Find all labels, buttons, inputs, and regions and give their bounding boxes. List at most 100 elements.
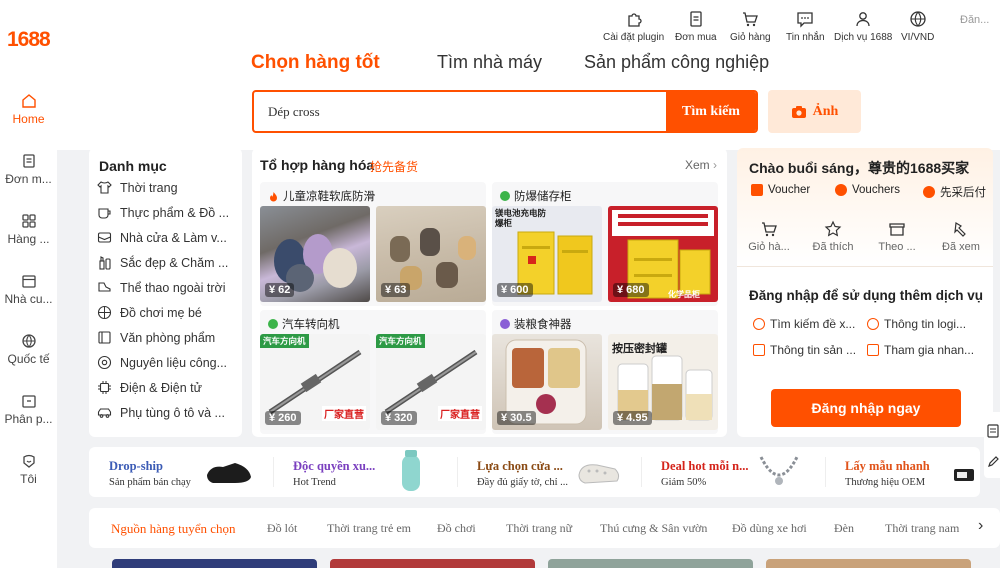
search-button[interactable]: Tìm kiếm xyxy=(666,92,756,131)
login-button[interactable]: Đăng nhập ngay xyxy=(771,389,961,427)
product-thumbnail[interactable] xyxy=(766,559,971,568)
service-item[interactable]: Thông tin logi... xyxy=(867,317,966,331)
perk-pay-later[interactable]: 先采后付 xyxy=(923,184,986,200)
promo-dropship[interactable]: Drop-ship Sản phẩm bán chạy xyxy=(109,447,269,497)
category-tab[interactable]: Thời trang nữ xyxy=(506,521,572,536)
puzzle-icon xyxy=(627,13,642,27)
sidebar-item-international[interactable]: Quốc tế xyxy=(0,333,57,366)
tab-industrial-products[interactable]: Sản phẩm công nghiệp xyxy=(584,52,769,73)
category-label: Văn phòng phẩm xyxy=(120,330,216,345)
quick-viewed[interactable]: Đã xem xyxy=(931,220,991,253)
quick-label: Đã xem xyxy=(942,241,980,253)
quick-cart[interactable]: Giỏ hà... xyxy=(739,220,799,253)
topnav-orders[interactable]: Đơn mua xyxy=(675,10,717,43)
sidebar-item-label: Quốc tế xyxy=(7,352,50,366)
search-input[interactable] xyxy=(254,92,668,131)
product-price: ¥ 600 xyxy=(497,283,533,297)
combo-group[interactable]: 汽车转向机 汽车方向机 厂家直营 ¥ 260 汽车方向机 厂家直营 ¥ 320 xyxy=(260,310,486,434)
ball-icon xyxy=(97,305,112,320)
category-item[interactable]: Đồ chơi mẹ bé xyxy=(97,305,202,320)
promo-store-pick[interactable]: Lựa chọn cửa ... Đầy đủ giấy tờ, chỉ ... xyxy=(477,447,637,497)
sidebar-item-me[interactable]: Tôi xyxy=(0,453,57,486)
category-label: Nguyên liệu công... xyxy=(120,355,228,370)
category-item[interactable]: Nhà cửa & Làm v... xyxy=(97,230,227,245)
combo-group[interactable]: 装粮食神器 ¥ 30.5 按压密封罐 ¥ 4.95 xyxy=(492,310,718,434)
category-tab[interactable]: Thời trang trẻ em xyxy=(327,521,411,536)
tab-find-factory[interactable]: Tìm nhà máy xyxy=(437,52,542,73)
product-thumbnail[interactable] xyxy=(548,559,753,568)
promo-strip: Drop-ship Sản phẩm bán chạy Độc quyền xu… xyxy=(89,447,980,497)
quick-label: Theo ... xyxy=(878,241,916,253)
sidebar-item-orders[interactable]: Đơn m... xyxy=(0,153,57,186)
category-tab[interactable]: Đồ dùng xe hơi xyxy=(732,521,807,536)
shirt-icon xyxy=(97,181,112,194)
promo-fast-sample[interactable]: Lấy mẫu nhanh Thương hiệu OEM xyxy=(845,447,975,497)
chevron-right-icon[interactable]: › xyxy=(978,517,983,535)
category-label: Nhà cửa & Làm v... xyxy=(120,230,227,245)
category-item[interactable]: Thời trang xyxy=(97,180,178,195)
combo-more-link[interactable]: Xem › xyxy=(685,158,717,172)
combo-group[interactable]: 儿童凉鞋软底防滑 ¥ 62 ¥ 63 xyxy=(260,182,486,306)
image-search-button[interactable]: Ảnh xyxy=(768,90,861,133)
sidebar-item-suppliers[interactable]: Nhà cu... xyxy=(0,273,57,306)
topnav-messages[interactable]: Tin nhắn xyxy=(786,10,825,43)
product-card[interactable]: ¥ 62 xyxy=(260,206,370,302)
category-item[interactable]: Phụ tùng ô tô và ... xyxy=(97,405,225,420)
promo-daily-deal[interactable]: Deal hot mỗi n... Giảm 50% xyxy=(661,447,821,497)
topnav-cart[interactable]: Giỏ hàng xyxy=(730,10,771,43)
product-thumbnail[interactable] xyxy=(330,559,535,568)
group-name: 装粮食神器 xyxy=(514,319,572,331)
divider xyxy=(457,457,458,487)
product-card[interactable]: ¥ 30.5 xyxy=(492,334,602,430)
perk-vouchers[interactable]: Vouchers xyxy=(835,184,900,196)
note-icon[interactable] xyxy=(987,424,999,438)
site-logo[interactable]: 1688 xyxy=(7,28,51,52)
sidebar-item-home[interactable]: Home xyxy=(0,93,57,126)
combo-group[interactable]: 防爆储存柜 镁电池充电防爆柜 ¥ 600 化学品柜 ¥ 680 xyxy=(492,182,718,306)
category-tab[interactable]: Thời trang nam xyxy=(885,521,959,536)
product-card[interactable]: ¥ 63 xyxy=(376,206,486,302)
sidebar-item-distribution[interactable]: Phân p... xyxy=(0,393,57,426)
person-icon xyxy=(856,12,870,27)
product-card[interactable]: 汽车方向机 厂家直营 ¥ 320 xyxy=(376,334,486,430)
topnav-label: VI/VND xyxy=(901,32,935,43)
category-tab[interactable]: Đèn xyxy=(834,521,854,536)
service-item[interactable]: Tìm kiếm đề x... xyxy=(753,317,855,331)
product-thumbnail[interactable] xyxy=(112,559,317,568)
product-card[interactable]: 按压密封罐 ¥ 4.95 xyxy=(608,334,718,430)
tab-good-products[interactable]: Chọn hàng tốt xyxy=(251,52,380,74)
product-card[interactable]: 镁电池充电防爆柜 ¥ 600 xyxy=(492,206,602,302)
category-tab-featured[interactable]: Nguồn hàng tuyển chọn xyxy=(111,521,236,537)
topnav-services[interactable]: Dịch vụ 1688 xyxy=(834,10,892,43)
category-tab[interactable]: Thú cưng & Sân vườn xyxy=(600,521,707,536)
category-item[interactable]: Điện & Điện tử xyxy=(97,380,202,395)
necklace-image xyxy=(759,456,799,485)
quick-favorites[interactable]: Đã thích xyxy=(803,220,863,253)
category-item[interactable]: Văn phòng phẩm xyxy=(97,330,215,345)
product-card[interactable]: 化学品柜 ¥ 680 xyxy=(608,206,718,302)
product-overlay-text: 汽车方向机 xyxy=(260,334,309,348)
service-item[interactable]: Tham gia nhan... xyxy=(867,343,974,357)
history-icon xyxy=(954,222,966,237)
category-item[interactable]: Nguyên liệu công... xyxy=(97,355,227,370)
sidebar-item-products[interactable]: Hàng ... xyxy=(0,213,57,246)
edit-icon[interactable] xyxy=(987,456,999,468)
category-item[interactable]: Thể thao ngoài trời xyxy=(97,280,225,295)
perk-voucher[interactable]: Voucher xyxy=(751,184,810,196)
category-item[interactable]: Sắc đẹp & Chăm ... xyxy=(97,255,228,270)
quick-label: Đã thích xyxy=(812,241,854,253)
category-item[interactable]: Thực phẩm & Đồ ... xyxy=(97,205,229,220)
category-tab[interactable]: Đồ chơi xyxy=(437,521,476,536)
quick-following[interactable]: Theo ... xyxy=(867,220,927,253)
topnav-plugin[interactable]: Cài đặt plugin xyxy=(603,10,664,43)
product-card[interactable]: 汽车方向机 厂家直营 ¥ 260 xyxy=(260,334,370,430)
account-menu[interactable]: Đăn... xyxy=(960,14,1000,36)
product-badge: 厂家直营 xyxy=(322,406,366,421)
promo-exclusive[interactable]: Độc quyền xu... Hot Trend xyxy=(293,447,453,497)
document-icon xyxy=(690,11,702,27)
shoe-image xyxy=(207,463,251,483)
service-item[interactable]: Thông tin sản ... xyxy=(753,343,856,357)
camera-icon xyxy=(791,105,806,118)
category-tab[interactable]: Đồ lót xyxy=(267,521,297,536)
topnav-language[interactable]: VI/VND xyxy=(901,10,934,43)
